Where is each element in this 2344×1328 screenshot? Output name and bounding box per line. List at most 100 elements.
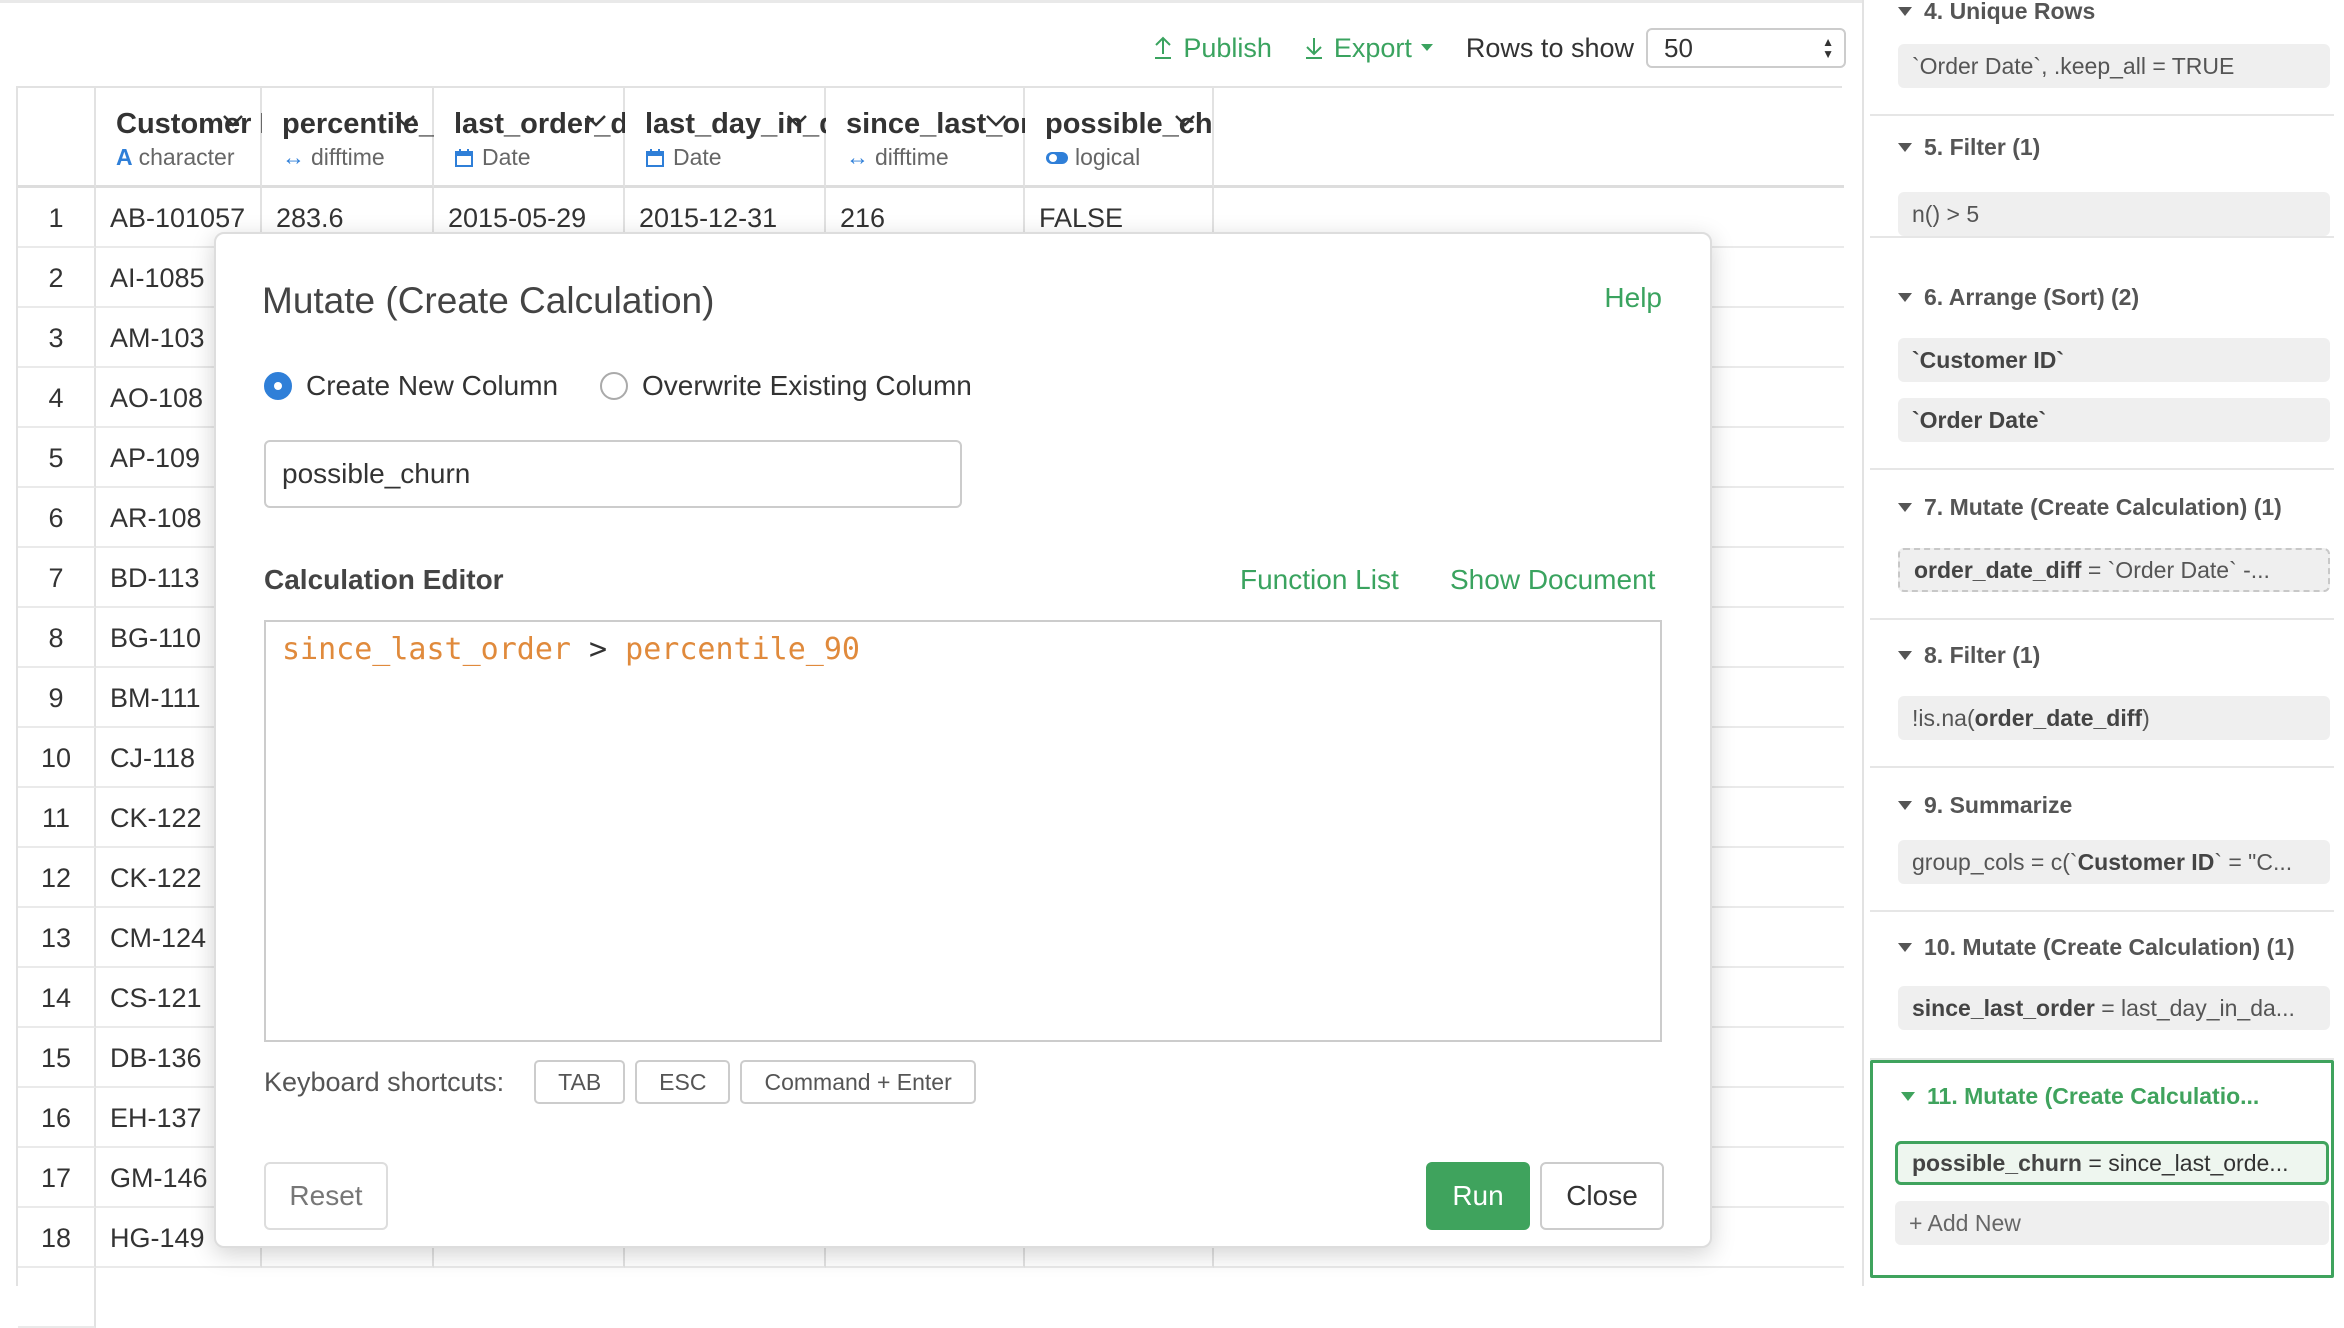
toggle-icon <box>1046 151 1068 164</box>
chevron-down-icon[interactable] <box>222 114 244 128</box>
step-title[interactable]: 11. Mutate (Create Calculatio... <box>1901 1083 2259 1110</box>
step-pill-active[interactable]: possible_churn = since_last_orde... <box>1895 1141 2329 1185</box>
step-pill[interactable]: !is.na(order_date_diff) <box>1898 696 2330 740</box>
column-type: logical <box>1045 144 1140 171</box>
column-type: ↔ difftime <box>846 144 949 170</box>
step-pill[interactable]: n() > 5 <box>1898 192 2330 236</box>
show-document-link[interactable]: Show Document <box>1450 564 1655 596</box>
column-header-customer-id[interactable]: Customer ID Acharacter <box>96 88 288 188</box>
radio-selected-icon[interactable] <box>264 372 292 400</box>
calendar-icon <box>646 148 664 167</box>
row-number: 8 <box>18 608 96 668</box>
help-link[interactable]: Help <box>1604 282 1662 314</box>
column-header-possible-churn[interactable]: possible_churn logical <box>1025 88 1259 188</box>
step-title[interactable]: 6. Arrange (Sort) (2) <box>1898 284 2139 311</box>
reset-button[interactable]: Reset <box>264 1162 388 1230</box>
string-type-icon: A <box>116 144 133 170</box>
collapse-triangle-icon[interactable] <box>1898 143 1912 152</box>
row-number: 3 <box>18 308 96 368</box>
column-type: Acharacter <box>116 144 235 170</box>
calendar-icon <box>455 148 473 167</box>
keyboard-shortcuts: Keyboard shortcuts: TAB ESC Command + En… <box>264 1060 986 1104</box>
radio-overwrite-column[interactable]: Overwrite Existing Column <box>600 370 972 402</box>
collapse-triangle-icon[interactable] <box>1898 503 1912 512</box>
publish-label: Publish <box>1183 32 1272 63</box>
run-button[interactable]: Run <box>1426 1162 1530 1230</box>
radio-create-new-column[interactable]: Create New Column <box>264 370 558 402</box>
row-number: 11 <box>18 788 96 848</box>
row-number: 14 <box>18 968 96 1028</box>
step-pill[interactable]: `Order Date` <box>1898 398 2330 442</box>
calculation-editor-label: Calculation Editor <box>264 564 504 595</box>
column-header-last-order-date[interactable]: last_order_date Date <box>434 88 670 188</box>
step-pill[interactable]: order_date_diff = `Order Date` -... <box>1898 548 2330 592</box>
step-11-active[interactable]: 11. Mutate (Create Calculatio... possibl… <box>1870 1060 2334 1278</box>
collapse-triangle-icon[interactable] <box>1898 651 1912 660</box>
row-number: 5 <box>18 428 96 488</box>
step-4[interactable]: 4. Unique Rows `Order Date`, .keep_all =… <box>1870 0 2334 116</box>
chevron-down-icon[interactable] <box>786 114 808 128</box>
chevron-down-icon[interactable] <box>1174 114 1196 128</box>
code-token: percentile_90 <box>625 632 860 667</box>
step-title[interactable]: 7. Mutate (Create Calculation) (1) <box>1898 494 2282 521</box>
collapse-triangle-icon[interactable] <box>1898 293 1912 302</box>
caret-down-icon <box>1420 44 1433 51</box>
kbd-esc: ESC <box>635 1060 731 1104</box>
publish-button[interactable]: Publish <box>1153 33 1272 64</box>
row-number: 13 <box>18 908 96 968</box>
row-number: 16 <box>18 1088 96 1148</box>
step-title[interactable]: 9. Summarize <box>1898 792 2072 819</box>
calculation-code-editor[interactable]: since_last_order > percentile_90 <box>264 620 1662 1042</box>
step-8[interactable]: 8. Filter (1) !is.na(order_date_diff) <box>1870 620 2334 768</box>
radio-unselected-icon[interactable] <box>600 372 628 400</box>
step-5[interactable]: 5. Filter (1) n() > 5 <box>1870 116 2334 238</box>
step-10[interactable]: 10. Mutate (Create Calculation) (1) sinc… <box>1870 912 2334 1060</box>
step-6[interactable]: 6. Arrange (Sort) (2) `Customer ID` `Ord… <box>1870 238 2334 470</box>
step-title[interactable]: 10. Mutate (Create Calculation) (1) <box>1898 934 2295 961</box>
step-title[interactable]: 8. Filter (1) <box>1898 642 2040 669</box>
collapse-triangle-icon[interactable] <box>1898 801 1912 810</box>
step-title[interactable]: 5. Filter (1) <box>1898 134 2040 161</box>
code-token: since_last_order <box>282 632 571 667</box>
step-pill[interactable]: since_last_order = last_day_in_da... <box>1898 986 2330 1030</box>
step-pill[interactable]: `Customer ID` <box>1898 338 2330 382</box>
function-list-link[interactable]: Function List <box>1240 564 1399 596</box>
step-pill[interactable]: `Order Date`, .keep_all = TRUE <box>1898 44 2330 88</box>
code-line: since_last_order > percentile_90 <box>282 630 860 670</box>
row-number: 6 <box>18 488 96 548</box>
dialog-title: Mutate (Create Calculation) <box>262 280 715 321</box>
step-title[interactable]: 4. Unique Rows <box>1898 0 2095 25</box>
rows-to-show-label: Rows to show <box>1465 32 1634 63</box>
column-header-percentile-90[interactable]: percentile_90 ↔ difftime <box>262 88 467 188</box>
chevron-down-icon[interactable] <box>585 114 607 128</box>
add-new-step-button[interactable]: + Add New <box>1895 1201 2329 1245</box>
row-number: 17 <box>18 1148 96 1208</box>
shortcuts-label: Keyboard shortcuts: <box>264 1066 505 1097</box>
new-column-name-input[interactable]: possible_churn <box>264 440 962 508</box>
kbd-command-enter: Command + Enter <box>740 1060 976 1104</box>
column-type: ↔ difftime <box>282 144 385 170</box>
close-button[interactable]: Close <box>1540 1162 1664 1230</box>
step-7[interactable]: 7. Mutate (Create Calculation) (1) order… <box>1870 470 2334 620</box>
chevron-down-icon[interactable] <box>394 114 416 128</box>
column-header-last-day-in-data[interactable]: last_day_in_data Date <box>625 88 879 188</box>
row-number: 4 <box>18 368 96 428</box>
export-button[interactable]: Export <box>1304 33 1434 64</box>
collapse-triangle-icon[interactable] <box>1898 943 1912 952</box>
row-number: 7 <box>18 548 96 608</box>
step-9[interactable]: 9. Summarize group_cols = c(`Customer ID… <box>1870 768 2334 912</box>
step-pill[interactable]: group_cols = c(`Customer ID` = "C... <box>1898 840 2330 884</box>
code-operator: > <box>589 632 608 667</box>
radio-label: Overwrite Existing Column <box>642 370 972 401</box>
difftime-type-icon: ↔ <box>846 144 869 170</box>
kbd-tab: TAB <box>534 1060 626 1104</box>
row-number-header <box>18 88 96 188</box>
steps-panel: 4. Unique Rows `Order Date`, .keep_all =… <box>1862 0 2344 1286</box>
row-number: 2 <box>18 248 96 308</box>
chevron-down-icon[interactable] <box>985 114 1007 128</box>
collapse-triangle-icon[interactable] <box>1898 7 1912 16</box>
column-header-since-last-order[interactable]: since_last_order ↔ difftime <box>826 88 1077 188</box>
data-view: Publish Export Rows to show 50 ▲ ▼ Custom… <box>0 0 1862 1328</box>
rows-to-show-select[interactable]: 50 ▲ ▼ <box>1646 28 1846 68</box>
collapse-triangle-icon[interactable] <box>1901 1092 1915 1101</box>
